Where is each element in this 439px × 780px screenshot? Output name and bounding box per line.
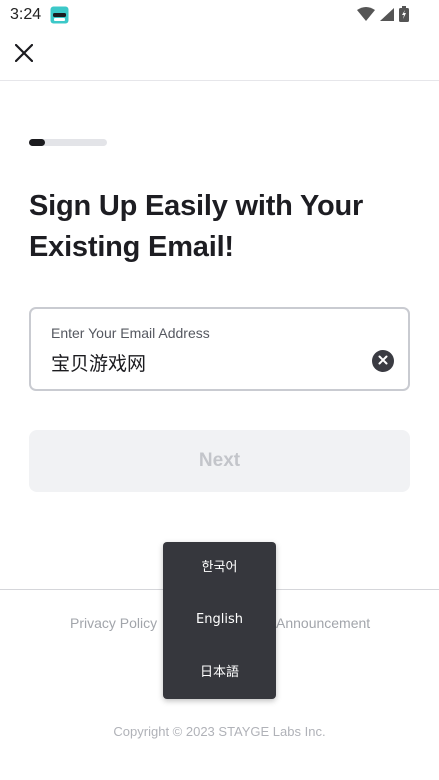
signup-progress-fill (29, 139, 45, 146)
email-input[interactable] (51, 349, 351, 375)
page-title: Sign Up Easily with Your Existing Email! (29, 190, 364, 263)
battery-icon (399, 6, 409, 27)
signup-progress-bar (29, 139, 107, 146)
close-icon (14, 43, 34, 67)
language-option-japanese[interactable]: 日本語 (163, 653, 276, 693)
language-menu: 한국어 English 日本語 (163, 542, 276, 699)
cellular-signal-icon (379, 7, 395, 27)
email-field[interactable]: Enter Your Email Address (29, 307, 410, 391)
clear-circle-icon (378, 352, 388, 370)
status-icons (357, 6, 409, 27)
announcement-link[interactable]: Announcement (276, 615, 370, 631)
next-button[interactable]: Next (29, 430, 410, 492)
status-bar: 3:24 (0, 0, 439, 30)
clear-input-button[interactable] (372, 350, 394, 372)
copyright-text: Copyright © 2023 STAYGE Labs Inc. (113, 724, 326, 739)
privacy-policy-link[interactable]: Privacy Policy (70, 615, 157, 631)
wifi-icon (357, 6, 375, 27)
email-field-label: Enter Your Email Address (51, 325, 210, 341)
language-option-korean[interactable]: 한국어 (163, 548, 276, 588)
status-time: 3:24 (10, 6, 42, 23)
app-notification-icon (50, 6, 69, 24)
language-option-english[interactable]: English (163, 600, 276, 640)
close-button[interactable] (8, 39, 40, 71)
top-bar (0, 30, 439, 81)
